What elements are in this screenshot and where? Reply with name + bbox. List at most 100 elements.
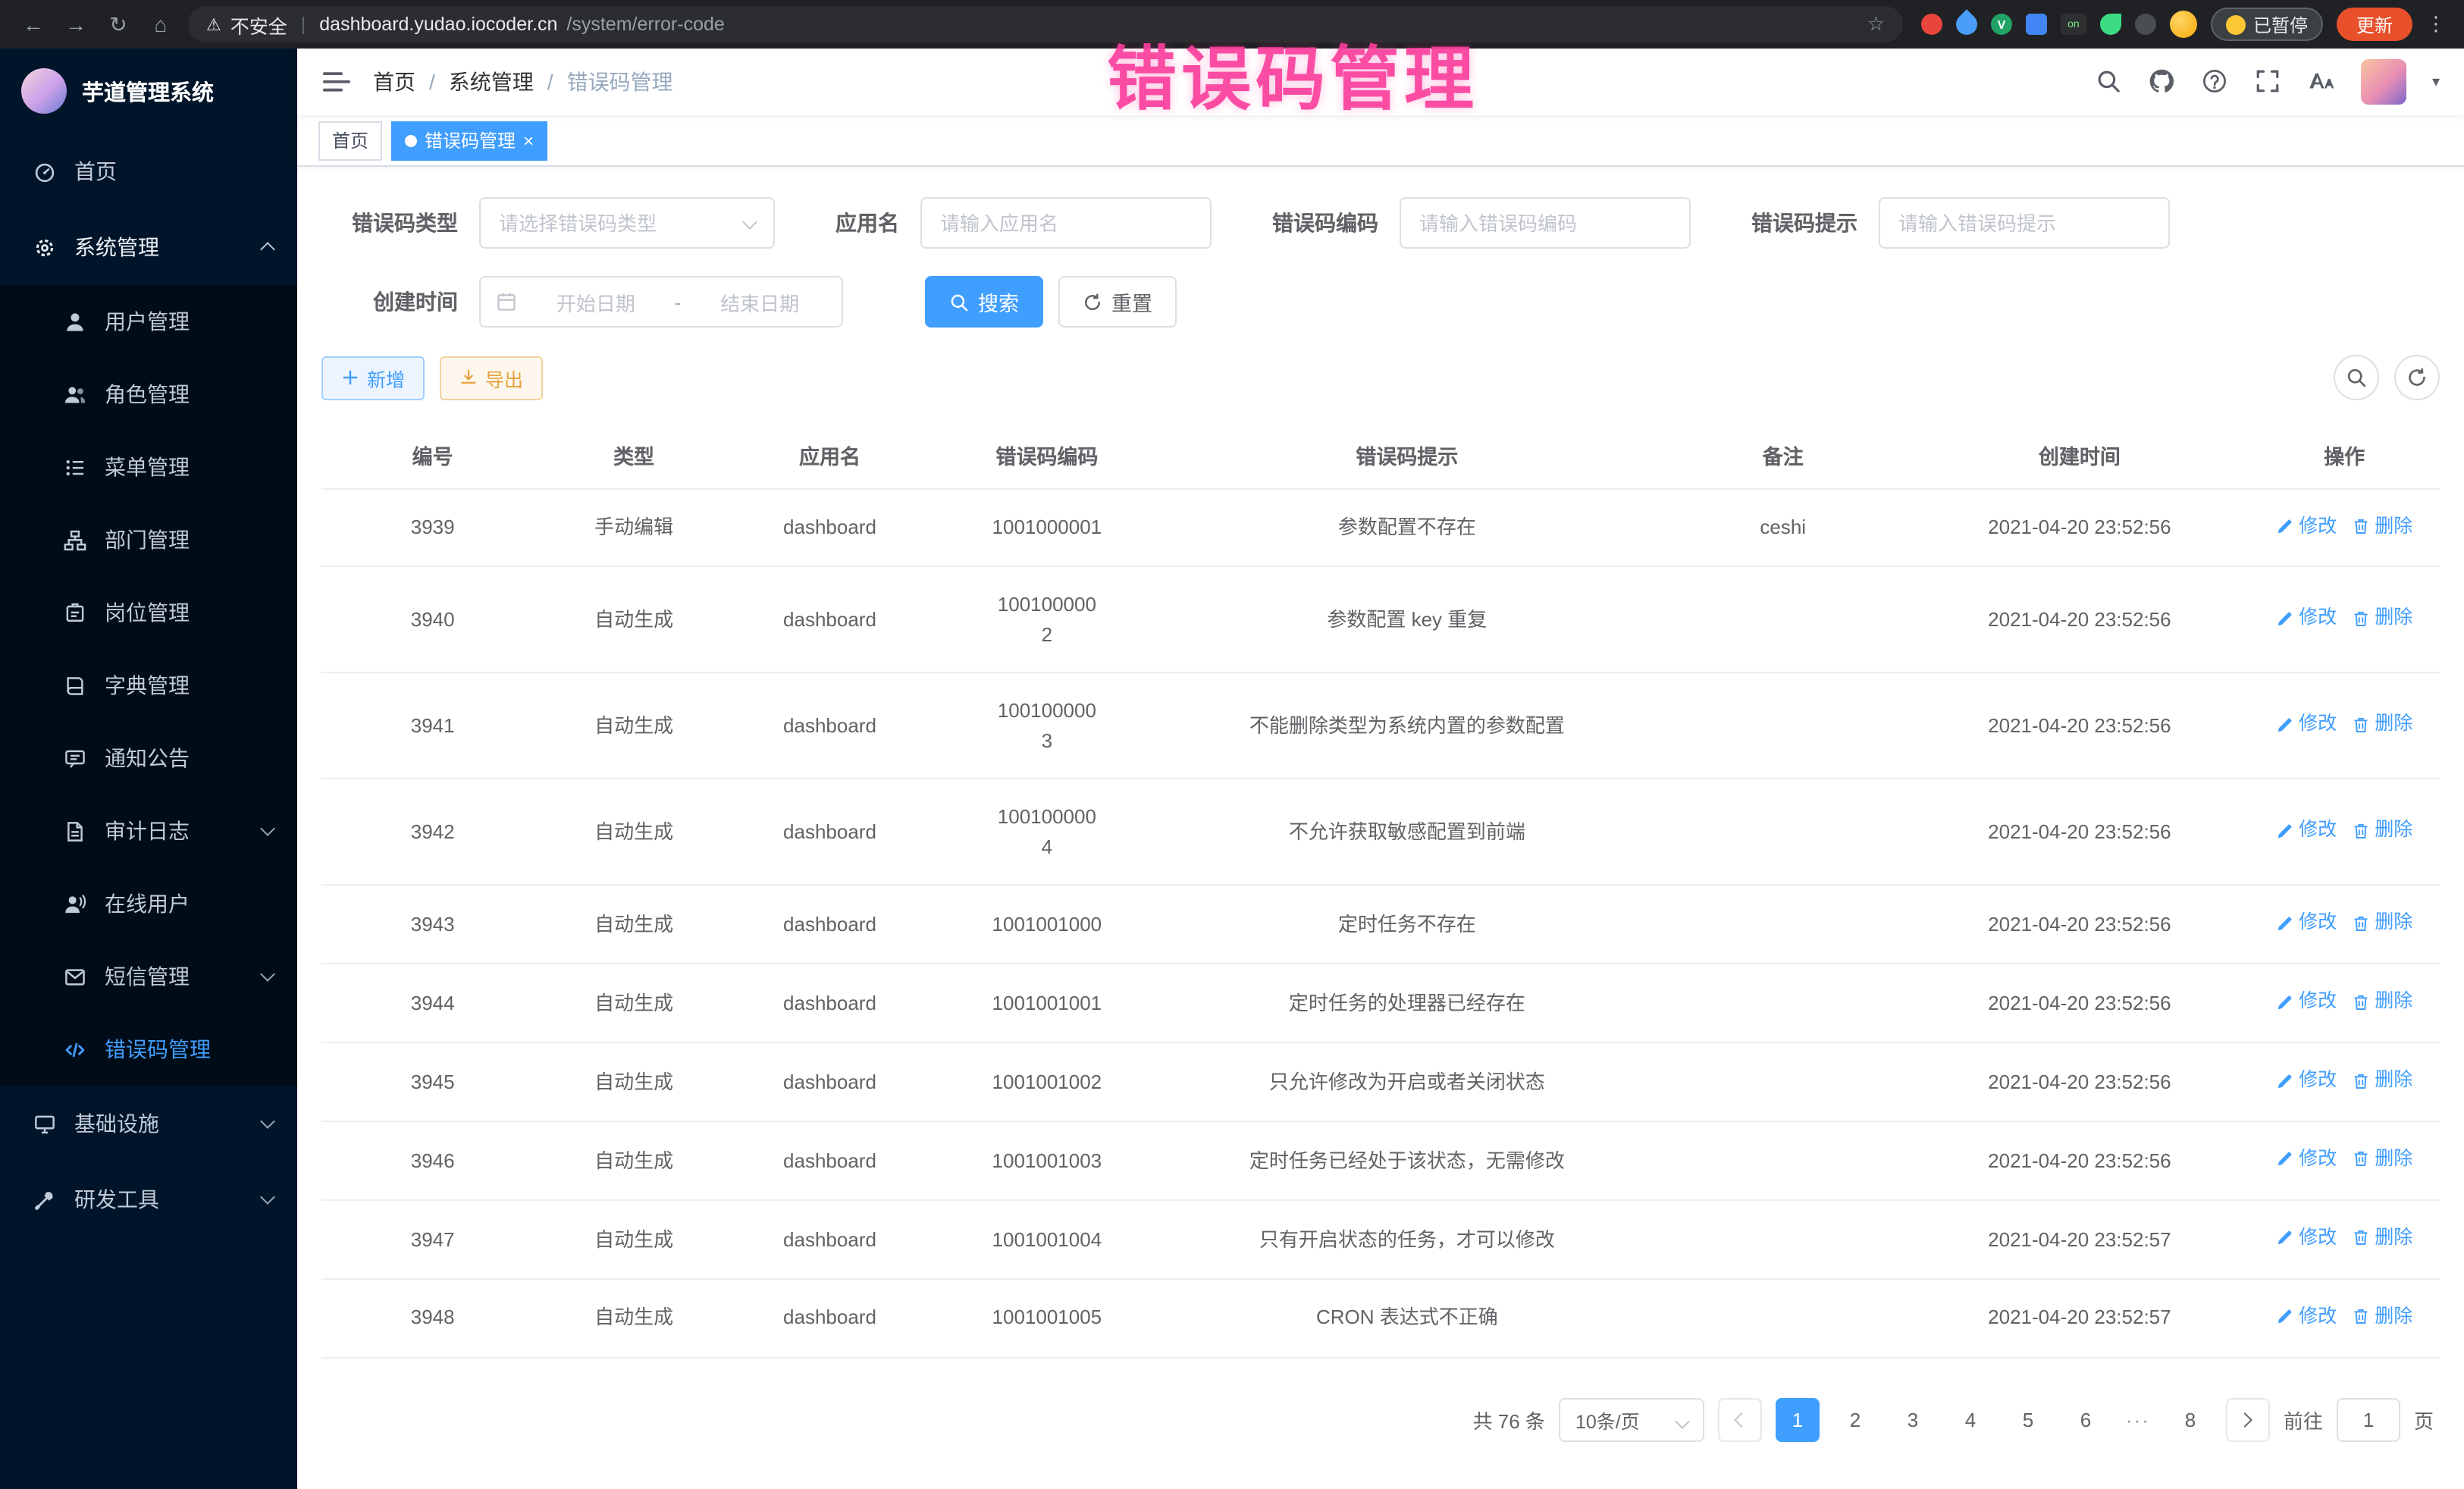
- delete-link[interactable]: 删除: [2352, 1066, 2412, 1095]
- app-name-field[interactable]: [920, 197, 1212, 249]
- edit-link[interactable]: 修改: [2276, 817, 2337, 845]
- breadcrumb-item-system[interactable]: 系统管理: [449, 67, 534, 97]
- extension-on-badge[interactable]: on: [2061, 14, 2086, 35]
- browser-reload-icon[interactable]: ↻: [103, 11, 133, 37]
- extension-grid-icon[interactable]: [2026, 14, 2047, 35]
- extension-v-icon[interactable]: V: [1991, 14, 2012, 35]
- delete-link[interactable]: 删除: [2352, 512, 2412, 541]
- next-page-button[interactable]: [2226, 1397, 2270, 1441]
- page-button-8[interactable]: 8: [2168, 1397, 2212, 1441]
- browser-profile-avatar[interactable]: [2170, 11, 2197, 38]
- extension-leaf-icon[interactable]: [2100, 14, 2121, 35]
- sidebar-item-menu[interactable]: 菜单管理: [0, 431, 297, 503]
- error-type-select-input[interactable]: [499, 212, 734, 234]
- help-icon[interactable]: [2202, 68, 2229, 96]
- edit-link[interactable]: 修改: [2276, 1066, 2337, 1095]
- delete-link[interactable]: 删除: [2352, 604, 2412, 633]
- error-msg-field[interactable]: [1879, 197, 2170, 249]
- chevron-down-icon[interactable]: ▾: [2432, 74, 2440, 90]
- date-range-picker[interactable]: 开始日期 - 结束日期: [479, 276, 843, 328]
- goto-page-input[interactable]: [2337, 1397, 2400, 1441]
- tab-error-code[interactable]: 错误码管理 ×: [391, 121, 547, 160]
- cell-type: 自动生成: [544, 964, 723, 1043]
- edit-link[interactable]: 修改: [2276, 1145, 2337, 1174]
- browser-forward-icon[interactable]: →: [61, 12, 91, 36]
- extensions-pin-icon[interactable]: [2135, 14, 2156, 35]
- sidebar-item-error-code[interactable]: 错误码管理: [0, 1013, 297, 1086]
- tab-home[interactable]: 首页: [318, 121, 382, 160]
- edit-link[interactable]: 修改: [2276, 1224, 2337, 1252]
- error-type-select[interactable]: [479, 197, 775, 249]
- sidebar-item-home[interactable]: 首页: [0, 133, 297, 209]
- edit-link[interactable]: 修改: [2276, 604, 2337, 633]
- app-name-input[interactable]: [940, 212, 1192, 234]
- sidebar-item-post[interactable]: 岗位管理: [0, 576, 297, 649]
- browser-back-icon[interactable]: ←: [18, 12, 49, 36]
- edit-link[interactable]: 修改: [2276, 710, 2337, 739]
- search-button[interactable]: 搜索: [925, 276, 1043, 328]
- sidebar-item-dev-tool[interactable]: 研发工具: [0, 1161, 297, 1237]
- sidebar-item-online-user[interactable]: 在线用户: [0, 867, 297, 940]
- sidebar-item-dict[interactable]: 字典管理: [0, 649, 297, 722]
- delete-link[interactable]: 删除: [2352, 1145, 2412, 1174]
- add-button[interactable]: 新增: [321, 356, 425, 400]
- address-bar[interactable]: ⚠ 不安全 | dashboard.yudao.iocoder.cn /syst…: [188, 6, 1903, 42]
- delete-link[interactable]: 删除: [2352, 1302, 2412, 1331]
- sidebar-item-sms[interactable]: 短信管理: [0, 940, 297, 1013]
- emoji-icon: [2226, 14, 2246, 34]
- error-code-input[interactable]: [1419, 212, 1671, 234]
- delete-link[interactable]: 删除: [2352, 817, 2412, 845]
- bookmark-star-icon[interactable]: ☆: [1867, 12, 1885, 36]
- sidebar-item-notice[interactable]: 通知公告: [0, 722, 297, 795]
- toggle-search-button[interactable]: [2334, 355, 2379, 400]
- page-size-select[interactable]: 10条/页: [1559, 1397, 1704, 1441]
- extension-drop-icon[interactable]: [1951, 9, 1982, 39]
- cell-time: 2021-04-20 23:52:57: [1910, 1200, 2249, 1279]
- page-button-2[interactable]: 2: [1833, 1397, 1877, 1441]
- paused-badge[interactable]: 已暂停: [2211, 8, 2323, 41]
- search-icon[interactable]: [2096, 68, 2123, 96]
- sidebar-item-role[interactable]: 角色管理: [0, 358, 297, 431]
- fullscreen-icon[interactable]: [2255, 68, 2282, 96]
- sidebar-item-user[interactable]: 用户管理: [0, 285, 297, 358]
- hamburger-icon[interactable]: [321, 67, 352, 97]
- edit-link[interactable]: 修改: [2276, 909, 2337, 938]
- more-pages-icon[interactable]: ···: [2121, 1408, 2155, 1431]
- page-button-6[interactable]: 6: [2064, 1397, 2108, 1441]
- extension-red-icon[interactable]: [1921, 14, 1942, 35]
- prev-page-button[interactable]: [1718, 1397, 1762, 1441]
- delete-link[interactable]: 删除: [2352, 909, 2412, 938]
- delete-link[interactable]: 删除: [2352, 1224, 2412, 1252]
- delete-link[interactable]: 删除: [2352, 988, 2412, 1017]
- refresh-table-button[interactable]: [2394, 355, 2440, 400]
- close-icon[interactable]: ×: [523, 131, 534, 149]
- edit-icon: [2276, 610, 2294, 628]
- page-button-5[interactable]: 5: [2006, 1397, 2050, 1441]
- browser-menu-icon[interactable]: ⋮: [2426, 12, 2446, 36]
- browser-update-button[interactable]: 更新: [2337, 8, 2412, 41]
- edit-link[interactable]: 修改: [2276, 1302, 2337, 1331]
- sidebar-item-system[interactable]: 系统管理: [0, 209, 297, 285]
- sidebar-item-infra[interactable]: 基础设施: [0, 1086, 297, 1161]
- edit-link[interactable]: 修改: [2276, 512, 2337, 541]
- breadcrumb-item-home[interactable]: 首页: [373, 67, 415, 97]
- cell-code: 1001001004: [936, 1200, 1158, 1279]
- delete-link[interactable]: 删除: [2352, 710, 2412, 739]
- font-size-icon[interactable]: [2308, 68, 2335, 96]
- user-avatar[interactable]: [2361, 59, 2406, 105]
- page-button-4[interactable]: 4: [1948, 1397, 1992, 1441]
- page-button-1[interactable]: 1: [1776, 1397, 1820, 1441]
- filter-type-label: 错误码类型: [321, 208, 458, 238]
- export-button[interactable]: 导出: [440, 356, 543, 400]
- sidebar-item-dept[interactable]: 部门管理: [0, 503, 297, 576]
- reset-button[interactable]: 重置: [1058, 276, 1177, 328]
- error-msg-input[interactable]: [1898, 212, 2150, 234]
- pagination: 共 76 条 10条/页 123456···8 前往 页: [328, 1397, 2434, 1441]
- github-icon[interactable]: [2149, 68, 2176, 96]
- sidebar-item-audit-log[interactable]: 审计日志: [0, 795, 297, 867]
- code-icon: [64, 1038, 86, 1061]
- error-code-field[interactable]: [1400, 197, 1691, 249]
- page-button-3[interactable]: 3: [1891, 1397, 1935, 1441]
- edit-link[interactable]: 修改: [2276, 988, 2337, 1017]
- browser-home-icon[interactable]: ⌂: [146, 12, 176, 36]
